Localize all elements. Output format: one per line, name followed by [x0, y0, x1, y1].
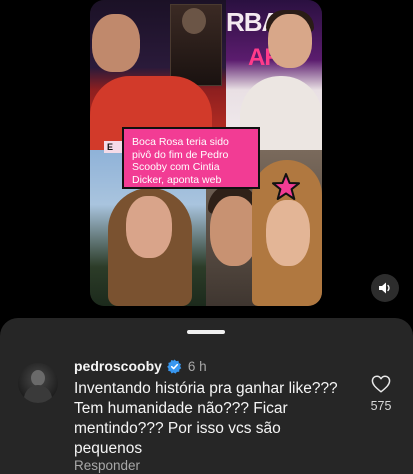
avatar-figure [31, 370, 45, 386]
woman-right-face [266, 200, 310, 266]
like-count: 575 [370, 399, 392, 413]
host-left-head [92, 14, 140, 72]
comment-text: Inventando história pra ganhar like??? T… [74, 380, 338, 457]
star-icon [272, 173, 300, 200]
comment-username[interactable]: pedroscooby [74, 358, 162, 374]
verified-badge-icon [167, 358, 182, 374]
poster-figure [182, 8, 206, 34]
avatar-shoulders [24, 385, 52, 403]
reply-button[interactable]: Responder [74, 458, 140, 473]
sound-toggle-button[interactable] [371, 274, 399, 302]
host-right-head [268, 14, 312, 68]
sheet-drag-handle[interactable] [187, 330, 225, 334]
video-headline: Boca Rosa teria sido pivô do fim de Pedr… [122, 127, 260, 189]
headline-tab-letter: E [107, 142, 114, 152]
heart-outline-icon[interactable] [371, 375, 391, 393]
comment-timestamp: 6 h [187, 358, 207, 374]
speaker-icon [379, 282, 390, 294]
comments-sheet: pedroscooby 6 h Inventando história pra … [0, 318, 413, 474]
comment-header: pedroscooby 6 h [74, 357, 207, 375]
woman-left-face [126, 196, 172, 258]
avatar[interactable] [18, 363, 58, 403]
man-face [210, 196, 258, 266]
